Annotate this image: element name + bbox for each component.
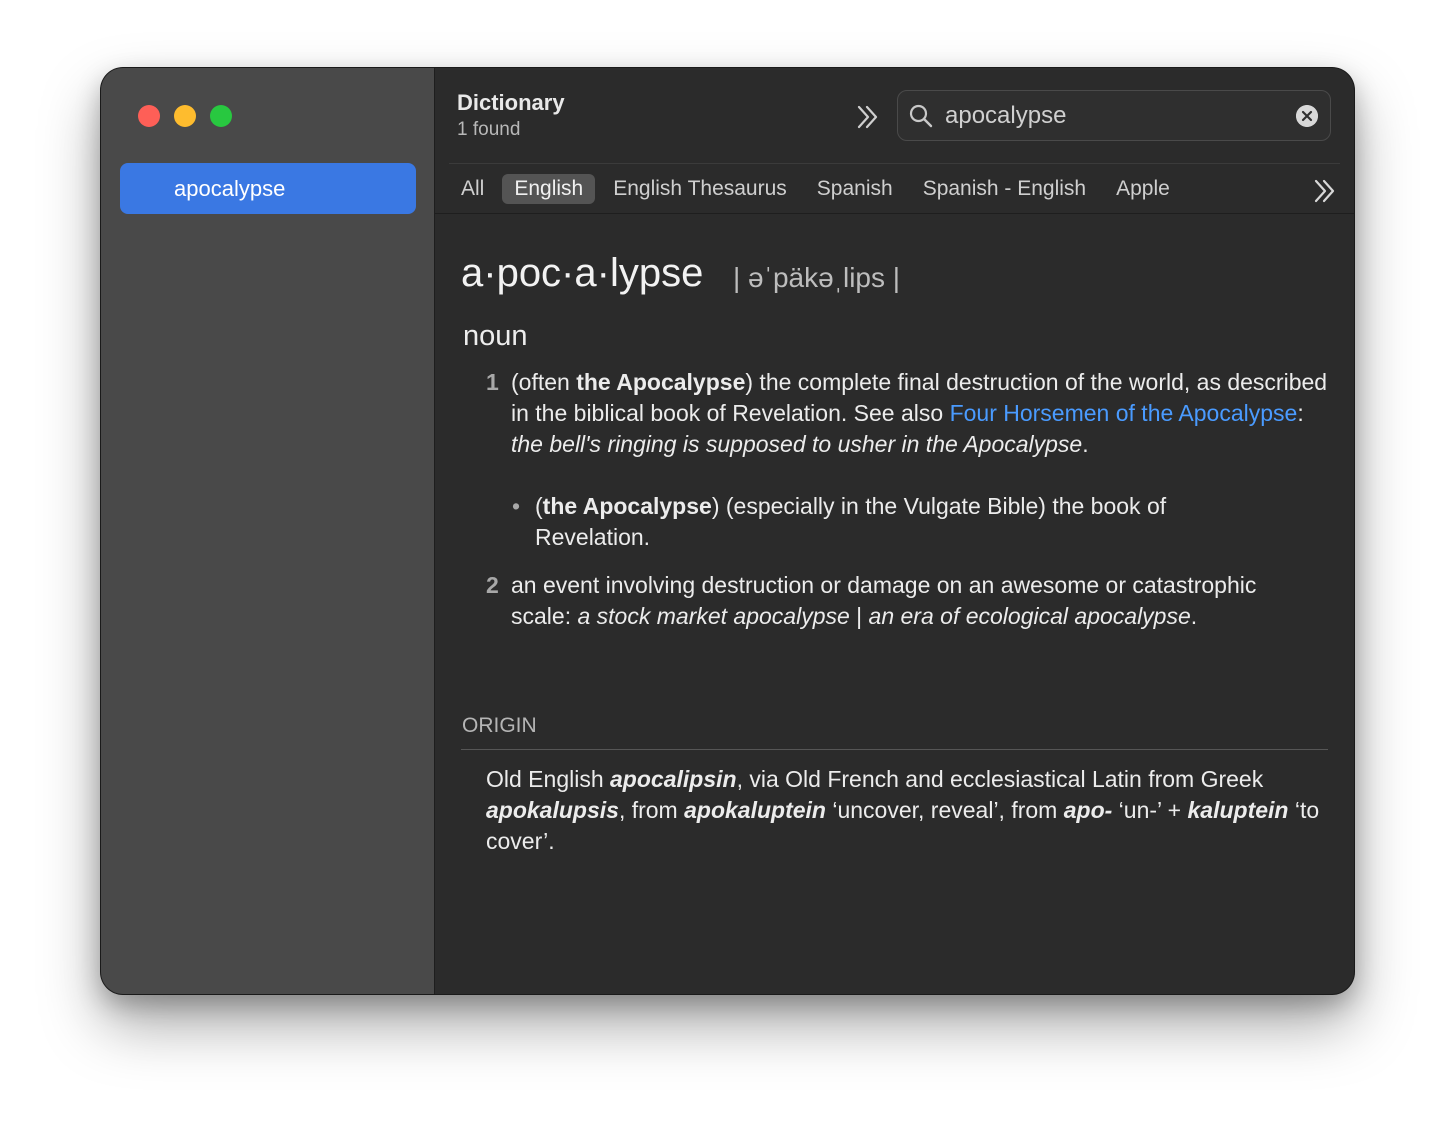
origin-word: apocalipsin <box>610 766 737 792</box>
origin-word: apo- <box>1063 797 1113 823</box>
example-text: the bell's ringing is supposed to usher … <box>511 431 1083 457</box>
definition-text: (often <box>511 369 577 395</box>
search-input[interactable] <box>945 99 1275 133</box>
pronunciation: | əˈpäkəˌlips | <box>733 262 901 293</box>
subsense-1: • (the Apocalypse) (especially in the Vul… <box>512 491 1255 553</box>
definition-text: : <box>1297 400 1304 426</box>
definition-text: . <box>1190 603 1198 629</box>
example-text: an era of ecological apocalypse <box>868 603 1191 629</box>
origin-word: apokaluptein <box>684 797 826 823</box>
tab-english-thesaurus[interactable]: English Thesaurus <box>601 174 799 204</box>
definition-1: 1 (often the Apocalypse) the complete fin… <box>486 367 1331 460</box>
tab-apple[interactable]: Apple <box>1104 174 1182 204</box>
tab-all[interactable]: All <box>449 174 496 204</box>
close-window-button[interactable] <box>138 105 160 127</box>
definition-content: a·poc·a·lypse | əˈpäkəˌlips | noun 1 (oft… <box>435 214 1354 994</box>
more-tabs-chevron-icon[interactable] <box>1310 176 1340 206</box>
window-title: Dictionary <box>457 90 565 115</box>
sidebar: apocalypse <box>101 68 435 994</box>
definition-number: 1 <box>486 369 499 395</box>
definition-text: | <box>849 603 869 629</box>
tab-spanish[interactable]: Spanish <box>805 174 905 204</box>
definition-bold: the Apocalypse <box>576 369 746 395</box>
window-controls <box>138 105 232 127</box>
definition-2: 2 an event involving destruction or damag… <box>486 570 1301 632</box>
origin-segment: , from <box>618 797 685 823</box>
dictionary-window: apocalypse Dictionary 1 found All Englis… <box>101 68 1354 994</box>
definition-text: . <box>1082 431 1089 457</box>
definition-text: ( <box>535 493 543 519</box>
cross-reference-link[interactable]: Four Horsemen of the Apocalypse <box>950 400 1298 426</box>
example-text: a stock market apocalypse <box>577 603 850 629</box>
clear-search-icon[interactable] <box>1296 105 1318 127</box>
origin-segment: ‘un-’ + <box>1112 797 1188 823</box>
zoom-window-button[interactable] <box>210 105 232 127</box>
minimize-window-button[interactable] <box>174 105 196 127</box>
bullet: • <box>512 493 521 519</box>
origin-segment: Old English <box>486 766 611 792</box>
definition-number: 2 <box>486 572 499 598</box>
sidebar-item-apocalypse[interactable]: apocalypse <box>120 163 416 214</box>
source-tabs: All English English Thesaurus Spanish Sp… <box>449 174 1188 204</box>
origin-divider <box>461 749 1328 750</box>
chevron-double-right-icon[interactable] <box>853 102 883 132</box>
definition-bold: the Apocalypse <box>542 493 712 519</box>
origin-heading: ORIGIN <box>462 714 537 737</box>
origin-segment: , via Old French and ecclesiastical Lati… <box>736 766 1264 792</box>
source-tab-bar: All English English Thesaurus Spanish Sp… <box>449 163 1340 214</box>
search-field[interactable] <box>897 90 1331 141</box>
origin-segment: ‘uncover, reveal’, from <box>825 797 1064 823</box>
origin-text: Old English apocalipsin, via Old French … <box>486 764 1326 857</box>
headword: a·poc·a·lypse <box>461 251 704 295</box>
search-icon <box>909 104 933 128</box>
tab-spanish-english[interactable]: Spanish - English <box>911 174 1098 204</box>
part-of-speech: noun <box>463 320 528 352</box>
origin-word: kaluptein <box>1187 797 1289 823</box>
results-count: 1 found <box>457 119 521 140</box>
origin-word: apokalupsis <box>486 797 619 823</box>
tab-english[interactable]: English <box>502 174 596 204</box>
main-panel: Dictionary 1 found All English English T… <box>435 68 1354 994</box>
